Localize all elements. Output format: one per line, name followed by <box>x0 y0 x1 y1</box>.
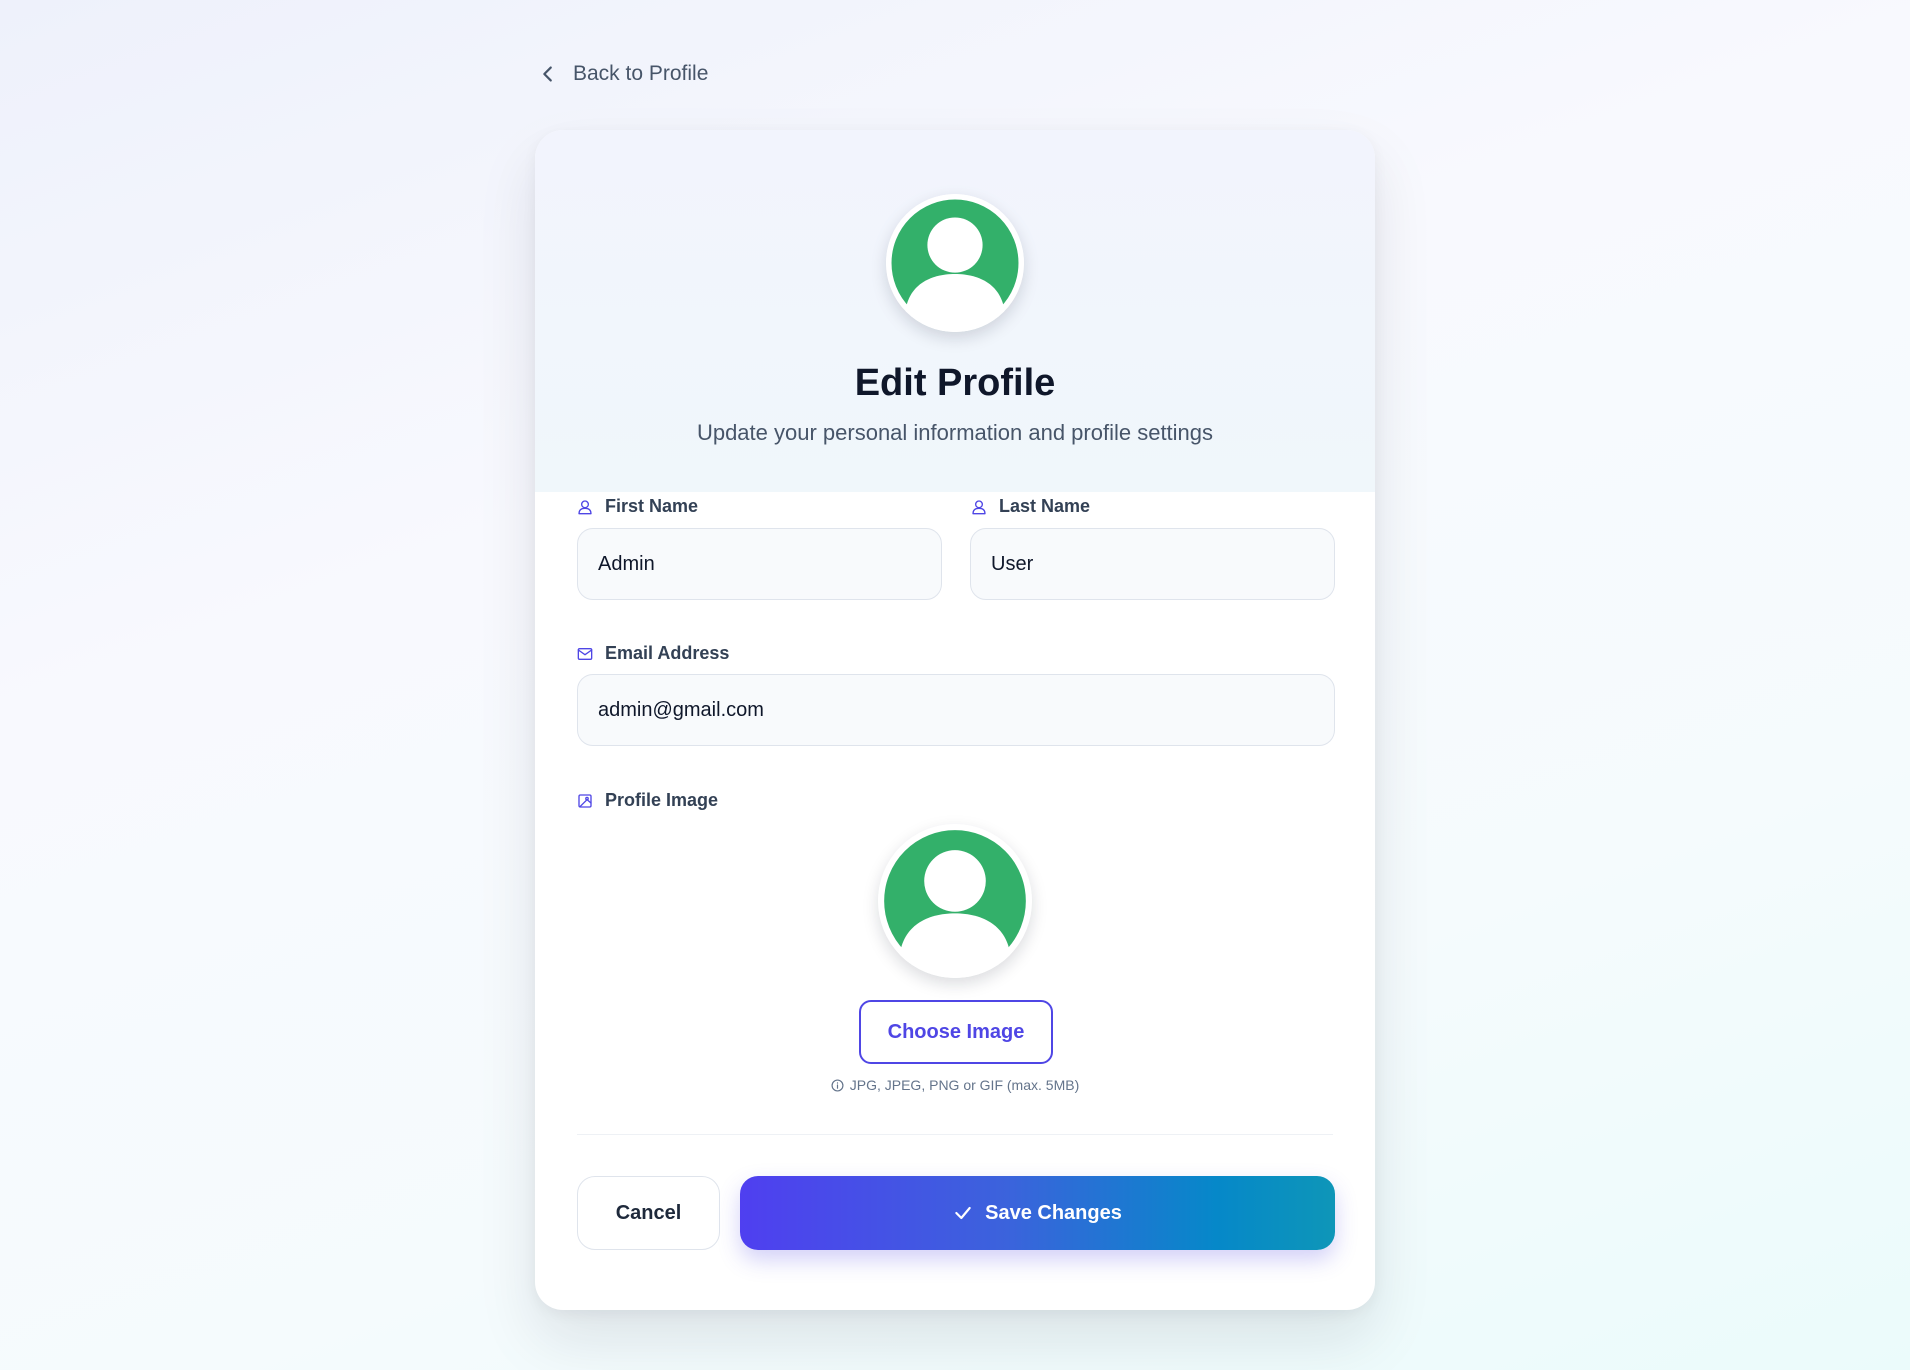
profile-image-label-text: Profile Image <box>605 790 719 810</box>
mail-icon <box>577 647 593 660</box>
profile-image-preview <box>878 824 1032 978</box>
page-title: Edit Profile <box>854 362 1056 404</box>
user-icon <box>972 499 986 514</box>
user-avatar-icon <box>886 194 1024 332</box>
avatar <box>886 194 1024 332</box>
back-link-label: Back to Profile <box>573 62 709 85</box>
user-icon <box>578 499 592 514</box>
save-changes-button[interactable]: Save Changes <box>740 1176 1335 1250</box>
email-label: Email Address <box>577 643 729 664</box>
user-avatar-icon <box>878 824 1032 978</box>
cancel-button[interactable]: Cancel <box>577 1176 720 1250</box>
divider <box>577 1134 1333 1135</box>
info-icon <box>831 1078 844 1092</box>
back-to-profile-link[interactable]: Back to Profile <box>537 62 708 86</box>
image-icon <box>578 793 592 808</box>
chevron-left-icon <box>543 66 552 82</box>
page-subtitle: Update your personal information and pro… <box>696 420 1214 445</box>
image-format-hint: JPG, JPEG, PNG or GIF (max. 5MB) <box>535 1077 1375 1093</box>
first-name-input[interactable] <box>577 528 942 600</box>
email-field[interactable] <box>577 674 1335 746</box>
profile-image-label: Profile Image <box>577 790 718 811</box>
choose-image-button[interactable]: Choose Image <box>859 1000 1053 1064</box>
check-icon <box>955 1206 971 1220</box>
edit-profile-card: Edit Profile Update your personal inform… <box>535 130 1375 1310</box>
save-changes-label: Save Changes <box>985 1201 1122 1224</box>
image-format-hint-text: JPG, JPEG, PNG or GIF (max. 5MB) <box>849 1077 1080 1093</box>
last-name-label: Last Name <box>971 496 1090 517</box>
last-name-label-text: Last Name <box>999 496 1091 516</box>
first-name-label: First Name <box>577 496 698 517</box>
first-name-label-text: First Name <box>605 496 699 516</box>
email-label-text: Email Address <box>605 643 730 663</box>
card-header: Edit Profile Update your personal inform… <box>535 130 1375 492</box>
last-name-input[interactable] <box>970 528 1335 600</box>
